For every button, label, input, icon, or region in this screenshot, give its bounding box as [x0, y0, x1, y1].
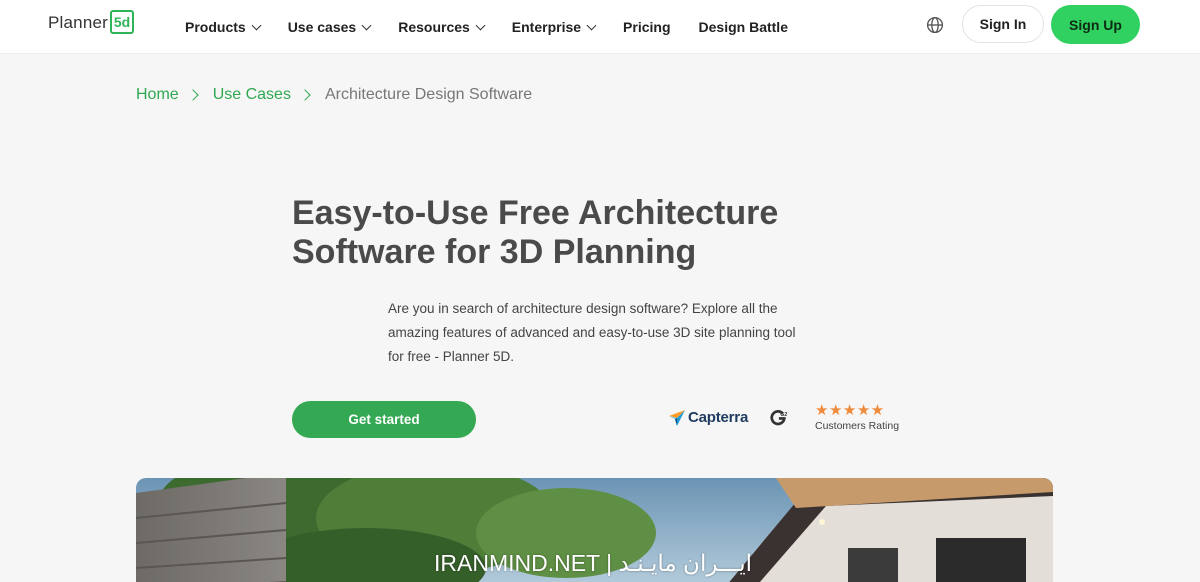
chevron-down-icon [251, 20, 262, 30]
capterra-logo-icon [669, 409, 685, 426]
nav-enterprise-label: Enterprise [511, 19, 582, 35]
breadcrumb-use-cases[interactable]: Use Cases [213, 86, 291, 104]
nav-resources-label: Resources [398, 19, 470, 35]
logo-text: Planner [48, 13, 108, 32]
sign-in-button[interactable]: Sign In [962, 5, 1044, 43]
chevron-right-icon [299, 89, 311, 101]
nav-use-cases-label: Use cases [287, 19, 357, 35]
nav-use-cases[interactable]: Use cases [287, 19, 372, 35]
nav-design-battle[interactable]: Design Battle [699, 19, 788, 35]
star-rating-stars: ★★★★★ [815, 402, 885, 419]
nav-design-battle-label: Design Battle [698, 19, 788, 35]
logo-badge-icon: 5d [110, 10, 134, 34]
chevron-down-icon [361, 20, 372, 30]
capterra-label: Capterra [688, 409, 749, 426]
get-started-button[interactable]: Get started [292, 401, 476, 438]
breadcrumb-home[interactable]: Home [136, 86, 179, 104]
chevron-down-icon [586, 20, 597, 30]
g2-logo-icon[interactable]: G2 [769, 409, 787, 427]
capterra-badge[interactable]: Capterra [669, 409, 748, 426]
nav-products-label: Products [185, 19, 246, 35]
breadcrumb: Home Use Cases Architecture Design Softw… [136, 86, 532, 104]
nav-pricing[interactable]: Pricing [623, 19, 670, 35]
page-title: Easy-to-Use Free Architecture Software f… [292, 194, 779, 271]
nav-pricing-label: Pricing [623, 19, 671, 35]
planner5d-logo[interactable]: Planner 5d [48, 10, 134, 35]
nav-resources[interactable]: Resources [398, 19, 486, 35]
hero-description: Are you in search of architecture design… [388, 301, 796, 364]
watermark-text: IRANMIND.NET | ایـــران مایـنـد [434, 550, 753, 576]
nav-products[interactable]: Products [185, 19, 262, 35]
globe-icon[interactable] [926, 16, 944, 34]
star-rating: ★★★★★ [815, 403, 885, 419]
g2-logo-label: G2 [780, 412, 787, 418]
site-header: Planner 5d Products Use cases Resources … [0, 0, 1200, 54]
breadcrumb-current: Architecture Design Software [324, 86, 533, 103]
chevron-down-icon [475, 20, 486, 30]
nav-enterprise[interactable]: Enterprise [511, 19, 597, 35]
main-nav: Products Use cases Resources Enterprise … [185, 0, 816, 54]
sign-up-button[interactable]: Sign Up [1051, 5, 1140, 44]
chevron-right-icon [187, 89, 199, 101]
rating-caption: Customers Rating [815, 420, 900, 432]
